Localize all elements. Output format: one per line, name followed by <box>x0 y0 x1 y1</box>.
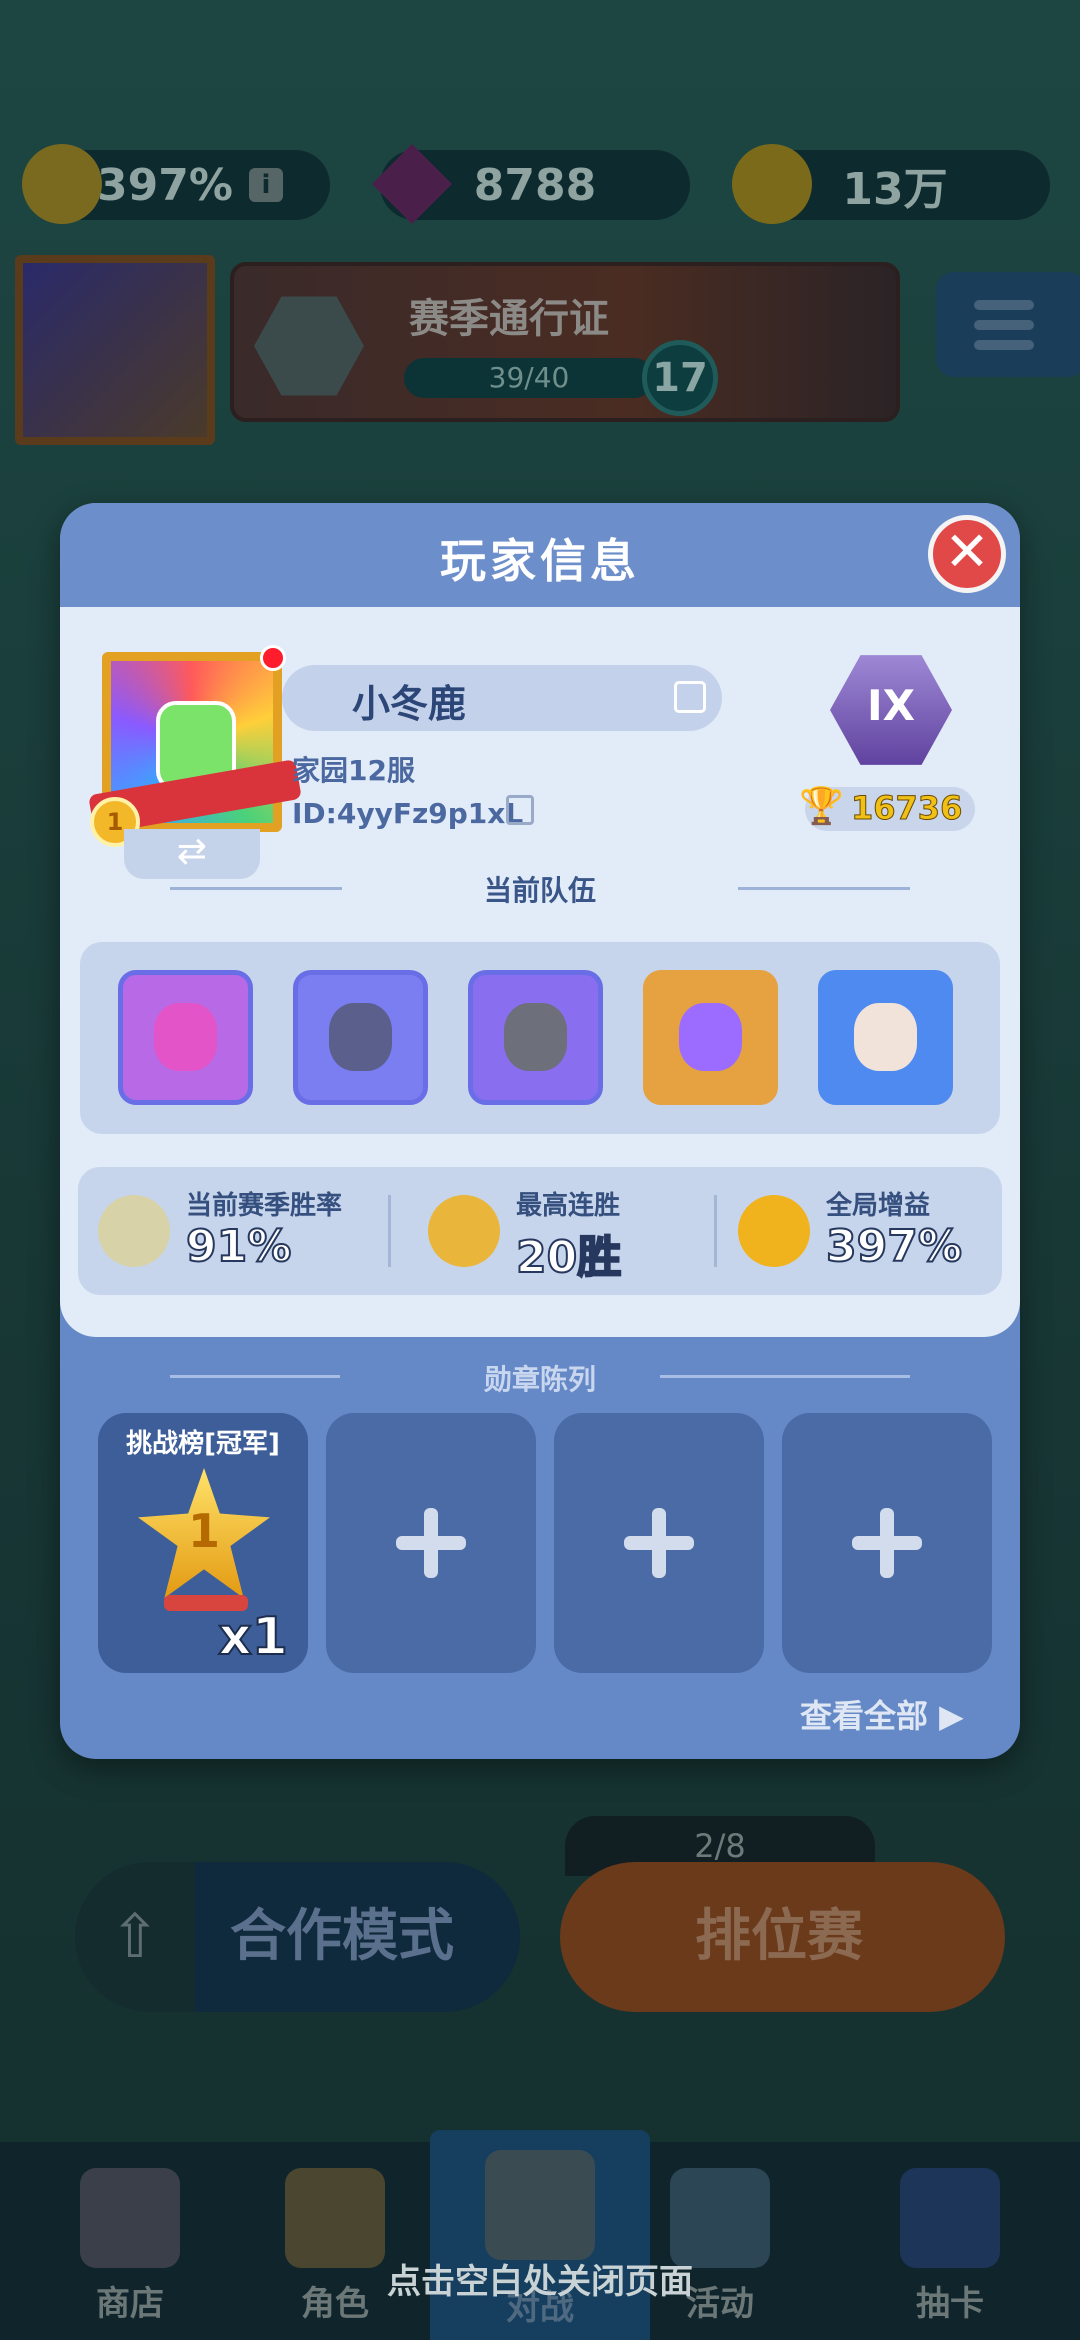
resource-bar: 397% i 8788 13万 <box>0 144 1080 230</box>
player-name-field[interactable]: 小冬鹿 <box>282 665 722 731</box>
season-pass-level: 17 <box>642 340 718 416</box>
player-info-panel: 1 ⇄ 小冬鹿 家园12服 ID:4yyFz9p1xL IX 🏆 16736 当… <box>60 607 1020 1337</box>
champion-star-medal-icon: 1 <box>138 1468 270 1598</box>
gem-value: 8788 <box>473 159 597 211</box>
coop-mode-label: 合作模式 <box>230 1904 454 1969</box>
medal-slot-champion[interactable]: 挑战榜[冠军] 1 x1 <box>98 1413 308 1673</box>
boost-value: 397% <box>97 159 233 211</box>
hero-cheer-girl-icon[interactable] <box>818 970 953 1105</box>
team-list <box>80 942 1000 1134</box>
coin-icon <box>732 144 812 224</box>
shop-icon <box>80 2168 180 2268</box>
medal-rank-number: 1 <box>187 1504 220 1558</box>
nav-gacha[interactable]: 抽卡 <box>860 2142 1040 2340</box>
nav-battle[interactable]: 对战 <box>430 2130 650 2340</box>
stat-label: 全局增益 <box>826 1191 931 1221</box>
medal-slot-empty[interactable] <box>554 1413 764 1673</box>
divider-line <box>738 887 910 890</box>
coin-value: 13万 <box>842 164 948 215</box>
stat-value: 397% <box>825 1220 963 1273</box>
player-server: 家园12服 <box>292 754 415 787</box>
trophy-icon <box>428 1195 500 1267</box>
stat-divider <box>714 1195 717 1267</box>
ranked-mode-label: 排位赛 <box>695 1904 863 1969</box>
crossed-swords-icon <box>98 1195 170 1267</box>
menu-icon[interactable] <box>936 272 1080 377</box>
hero-armored-knight-icon[interactable] <box>468 970 603 1105</box>
hero-purple-demon-icon[interactable] <box>643 970 778 1105</box>
view-all-medals-link[interactable]: 查看全部 ▶ <box>800 1691 964 1737</box>
medal-slot-empty[interactable] <box>326 1413 536 1673</box>
stats-row: 当前赛季胜率 91% 最高连胜 20胜 全局增益 397% <box>78 1167 1002 1295</box>
nav-characters[interactable]: 角色 <box>245 2142 425 2340</box>
divider-line <box>660 1375 910 1378</box>
medal-count: x1 <box>217 1606 289 1668</box>
profile-avatar-button[interactable] <box>15 255 215 445</box>
player-info-dialog: 玩家信息 ✕ 1 ⇄ 小冬鹿 家园12服 ID:4yyFz9p1xL IX 🏆 … <box>60 503 1020 1759</box>
hero-pink-ogre-icon[interactable] <box>118 970 253 1105</box>
stat-divider <box>388 1195 391 1267</box>
trophy-count: 🏆 16736 <box>799 786 975 831</box>
star-shield-icon <box>670 2168 770 2268</box>
rank-label: IX <box>866 681 915 730</box>
dialog-header: 玩家信息 ✕ <box>60 503 1020 607</box>
medal-section-title: 勋章陈列 <box>483 1363 596 1396</box>
character-card-icon <box>285 2168 385 2268</box>
stat-label: 最高连胜 <box>516 1191 621 1221</box>
notification-dot-icon <box>260 645 286 671</box>
coop-mode-button[interactable]: ⇧ 合作模式 <box>75 1862 520 2012</box>
ranked-mode-button[interactable]: 排位赛 <box>560 1862 1005 2012</box>
season-pass-title: 赛季通行证 <box>409 296 609 342</box>
pass-badge-icon <box>254 296 364 396</box>
player-name: 小冬鹿 <box>352 682 467 726</box>
medal-slot-empty[interactable] <box>782 1413 992 1673</box>
boost-pill[interactable]: 397% i <box>22 144 330 224</box>
info-icon[interactable]: i <box>248 168 283 202</box>
stat-value: 20胜 <box>515 1231 622 1284</box>
hero-dark-knight-icon[interactable] <box>293 970 428 1105</box>
edit-icon[interactable] <box>674 681 706 713</box>
trophy-value: 16736 <box>850 789 963 828</box>
nav-shop[interactable]: 商店 <box>40 2142 220 2340</box>
close-hint[interactable]: 点击空白处关闭页面 <box>0 2254 1080 2303</box>
mystery-box-icon <box>900 2168 1000 2268</box>
rank-badge-icon[interactable]: IX <box>830 655 952 765</box>
gem-icon <box>372 144 452 224</box>
season-pass-banner[interactable]: 赛季通行证 39/40 17 <box>230 262 900 422</box>
stat-label: 当前赛季胜率 <box>186 1191 343 1221</box>
season-pass-progress: 39/40 <box>404 358 654 398</box>
crossed-swords-icon <box>485 2150 595 2260</box>
close-icon[interactable]: ✕ <box>928 515 1006 593</box>
coin-pill[interactable]: 13万 <box>732 144 1050 224</box>
dialog-title: 玩家信息 <box>440 534 640 588</box>
nav-events[interactable]: 活动 <box>630 2142 810 2340</box>
boost-icon <box>22 144 102 224</box>
copy-icon[interactable] <box>506 795 534 825</box>
boost-icon <box>738 1195 810 1267</box>
gem-pill[interactable]: 8788 <box>372 144 690 224</box>
trophy-icon: 🏆 <box>799 786 844 827</box>
player-id: ID:4yyFz9p1xL <box>292 797 524 830</box>
medal-name: 挑战榜[冠军] <box>126 1429 280 1459</box>
stat-value: 91% <box>185 1220 292 1273</box>
